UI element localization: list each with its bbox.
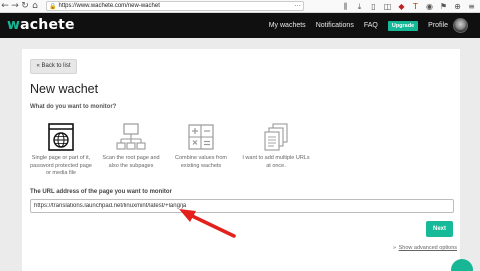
- home-icon[interactable]: ⌂: [30, 1, 40, 12]
- extension-icon[interactable]: ◆: [396, 1, 407, 12]
- page-actions-icon[interactable]: ···: [294, 2, 303, 10]
- site-header: wachete My wachets Notifications FAQ Upg…: [0, 13, 480, 38]
- upgrade-button[interactable]: Upgrade: [387, 20, 419, 31]
- extension-icon[interactable]: ⚑: [438, 1, 449, 12]
- nav-profile[interactable]: Profile: [428, 22, 448, 29]
- page-title: New wachet: [30, 82, 99, 96]
- avatar[interactable]: [453, 18, 468, 33]
- option-label: Combine values from existing wachets: [175, 155, 227, 169]
- option-label: Single page or part of it, password prot…: [30, 155, 92, 176]
- url-input[interactable]: [30, 199, 454, 213]
- back-arrow-icon[interactable]: ←: [0, 1, 10, 12]
- advanced-caret: »: [393, 245, 397, 251]
- reload-icon[interactable]: ↻: [20, 1, 30, 12]
- option-single-page[interactable]: Single page or part of it, password prot…: [27, 122, 95, 178]
- nav-faq[interactable]: FAQ: [364, 22, 378, 29]
- calculator-icon: [188, 124, 214, 150]
- option-multiple-urls[interactable]: I want to add multiple URLs at once.: [242, 122, 310, 170]
- option-scan-subpages[interactable]: Scan the root page and also the subpages: [97, 122, 165, 170]
- address-bar[interactable]: 🔒 https://www.wachete.com/new-wachet ···: [46, 1, 304, 11]
- address-url: https://www.wachete.com/new-wachet: [58, 3, 160, 9]
- option-combine-values[interactable]: Combine values from existing wachets: [167, 122, 235, 170]
- url-label: The URL address of the page you want to …: [30, 189, 172, 195]
- multiple-documents-icon: [264, 123, 288, 151]
- download-icon[interactable]: ⤓: [354, 1, 365, 12]
- menu-icon[interactable]: ≡: [466, 1, 477, 12]
- screenshot-icon[interactable]: ◫: [382, 1, 393, 12]
- extension-icon[interactable]: ◉: [424, 1, 435, 12]
- browser-toolbar: ← → ↻ ⌂ 🔒 https://www.wachete.com/new-wa…: [0, 0, 480, 13]
- wachete-logo[interactable]: wachete: [7, 17, 75, 33]
- forward-arrow-icon[interactable]: →: [10, 1, 20, 12]
- library-icon[interactable]: ⫼: [340, 1, 351, 12]
- extension-t-icon[interactable]: T: [410, 1, 421, 12]
- nav-notifications[interactable]: Notifications: [316, 22, 354, 29]
- nav-my-wachets[interactable]: My wachets: [269, 22, 306, 29]
- lock-icon: 🔒: [49, 2, 57, 10]
- monitor-question: What do you want to monitor?: [30, 104, 117, 110]
- sidebar-icon[interactable]: ▯: [368, 1, 379, 12]
- web-page-globe-icon: [48, 123, 74, 151]
- option-label: I want to add multiple URLs at once.: [242, 155, 310, 169]
- new-wachet-card: « Back to list New wachet What do you wa…: [22, 49, 460, 271]
- option-label: Scan the root page and also the subpages: [102, 155, 160, 169]
- sitemap-icon: [116, 123, 146, 150]
- chat-widget-button[interactable]: [451, 259, 473, 271]
- back-to-list-button[interactable]: « Back to list: [30, 59, 77, 74]
- extension-icon[interactable]: ⊕: [452, 1, 463, 12]
- advanced-label: Show advanced options: [398, 245, 457, 251]
- top-nav: My wachets Notifications FAQ Upgrade Pro…: [269, 13, 480, 38]
- next-button[interactable]: Next: [426, 221, 453, 237]
- show-advanced-options-link[interactable]: » Show advanced options: [393, 245, 457, 251]
